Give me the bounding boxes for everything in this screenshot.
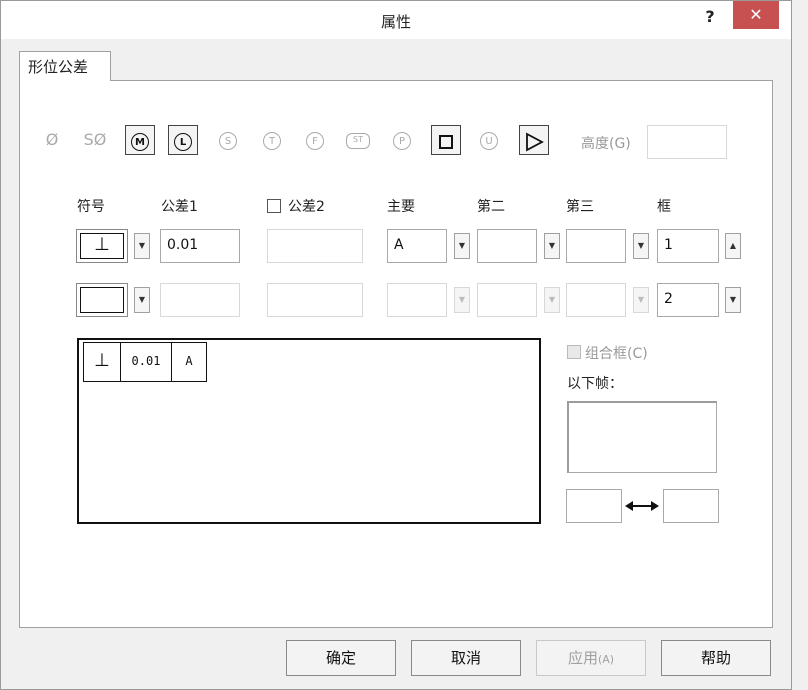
cancel-button[interactable]: 取消 <box>411 640 521 676</box>
diameter-symbol-button[interactable]: Ø <box>37 125 67 155</box>
spherical-diameter-icon: SØ <box>83 130 107 149</box>
tolerance1-header: 公差1 <box>161 199 198 215</box>
apply-button[interactable]: 应用(A) <box>536 640 646 676</box>
circle-l-icon: L <box>174 132 192 151</box>
tertiary-header: 第三 <box>566 199 594 215</box>
row1-secondary-input[interactable] <box>477 229 537 263</box>
preview-box: ⊥ 0.01 A <box>77 338 541 524</box>
row1-frame-spinner[interactable]: ▲ <box>725 233 741 259</box>
mmc-modifier-button[interactable]: M <box>125 125 155 155</box>
circle-f-icon: F <box>306 131 324 150</box>
datum-triangle-button[interactable] <box>519 125 549 155</box>
st-icon: ST <box>346 132 370 149</box>
rfs-modifier-button[interactable]: S <box>213 125 243 155</box>
row2-primary-input[interactable] <box>387 283 447 317</box>
tab-geometric-tolerance[interactable]: 形位公差 <box>19 51 111 81</box>
circle-u-icon: U <box>480 131 498 150</box>
row1-tertiary-input[interactable] <box>566 229 626 263</box>
row1-tolerance2-input[interactable] <box>267 229 363 263</box>
properties-dialog: 属性 ? ✕ 形位公差 Ø SØ M L S T F ST P U 高度(G) … <box>0 0 792 690</box>
apply-hotkey: (A) <box>597 653 615 666</box>
projected-tolerance-button[interactable]: P <box>387 125 417 155</box>
row2-tolerance1-input[interactable] <box>160 283 240 317</box>
row1-tertiary-dropdown[interactable]: ▼ <box>633 233 649 259</box>
statistical-tolerance-button[interactable]: ST <box>343 125 373 155</box>
row1-primary-dropdown[interactable]: ▼ <box>454 233 470 259</box>
row2-secondary-input[interactable] <box>477 283 537 317</box>
row1-frame-input[interactable]: 1 <box>657 229 719 263</box>
preview-datum-cell: A <box>171 342 207 382</box>
tangent-plane-button[interactable]: T <box>257 125 287 155</box>
close-button[interactable]: ✕ <box>733 1 779 29</box>
composite-frame-label: 组合框(C) <box>585 346 648 362</box>
tolerance2-checkbox[interactable] <box>267 199 281 213</box>
frame-left-input[interactable] <box>566 489 622 523</box>
below-frame-label: 以下帧： <box>567 376 623 392</box>
square-symbol-button[interactable] <box>431 125 461 155</box>
perpendicularity-icon: ⊥ <box>94 234 110 255</box>
composite-frame-checkbox[interactable] <box>567 345 581 359</box>
row2-frame-input[interactable]: 2 <box>657 283 719 317</box>
frame-right-input[interactable] <box>663 489 719 523</box>
tolerance2-header: 公差2 <box>288 199 325 215</box>
preview-tolerance-cell: 0.01 <box>120 342 172 382</box>
row2-tolerance2-input[interactable] <box>267 283 363 317</box>
circle-m-icon: M <box>131 132 149 151</box>
height-input[interactable] <box>647 125 727 159</box>
primary-header: 主要 <box>387 199 415 215</box>
row1-tolerance1-input[interactable]: 0.01 <box>160 229 240 263</box>
help-question-button[interactable]: ? <box>695 5 725 29</box>
symbol-header: 符号 <box>77 199 105 215</box>
free-state-button[interactable]: F <box>300 125 330 155</box>
row2-symbol-box[interactable] <box>76 283 128 317</box>
double-arrow-icon <box>625 501 659 511</box>
row2-tertiary-dropdown[interactable]: ▼ <box>633 287 649 313</box>
triangle-icon <box>526 132 544 151</box>
secondary-header: 第二 <box>477 199 505 215</box>
spherical-diameter-button[interactable]: SØ <box>77 125 113 155</box>
ok-button[interactable]: 确定 <box>286 640 396 676</box>
row2-symbol-dropdown[interactable]: ▼ <box>134 287 150 313</box>
circle-t-icon: T <box>263 131 281 150</box>
row2-primary-dropdown[interactable]: ▼ <box>454 287 470 313</box>
frame-header: 框 <box>657 199 671 215</box>
row1-symbol-box[interactable]: ⊥ <box>76 229 128 263</box>
circle-s-icon: S <box>219 131 237 150</box>
dialog-title: 属性 <box>380 13 411 31</box>
row2-secondary-dropdown[interactable]: ▼ <box>544 287 560 313</box>
height-label: 高度(G) <box>581 136 631 152</box>
row2-frame-spinner[interactable]: ▼ <box>725 287 741 313</box>
row2-tertiary-input[interactable] <box>566 283 626 317</box>
below-frame-list[interactable] <box>567 401 717 473</box>
row1-secondary-dropdown[interactable]: ▼ <box>544 233 560 259</box>
diameter-icon: Ø <box>45 130 59 149</box>
circle-p-icon: P <box>393 131 411 150</box>
square-icon <box>439 134 453 149</box>
lmc-modifier-button[interactable]: L <box>168 125 198 155</box>
preview-symbol-cell: ⊥ <box>83 342 121 382</box>
apply-label: 应用 <box>567 649 598 667</box>
help-button[interactable]: 帮助 <box>661 640 771 676</box>
unequal-profile-button[interactable]: U <box>474 125 504 155</box>
row1-primary-input[interactable]: A <box>387 229 447 263</box>
row1-symbol-dropdown[interactable]: ▼ <box>134 233 150 259</box>
